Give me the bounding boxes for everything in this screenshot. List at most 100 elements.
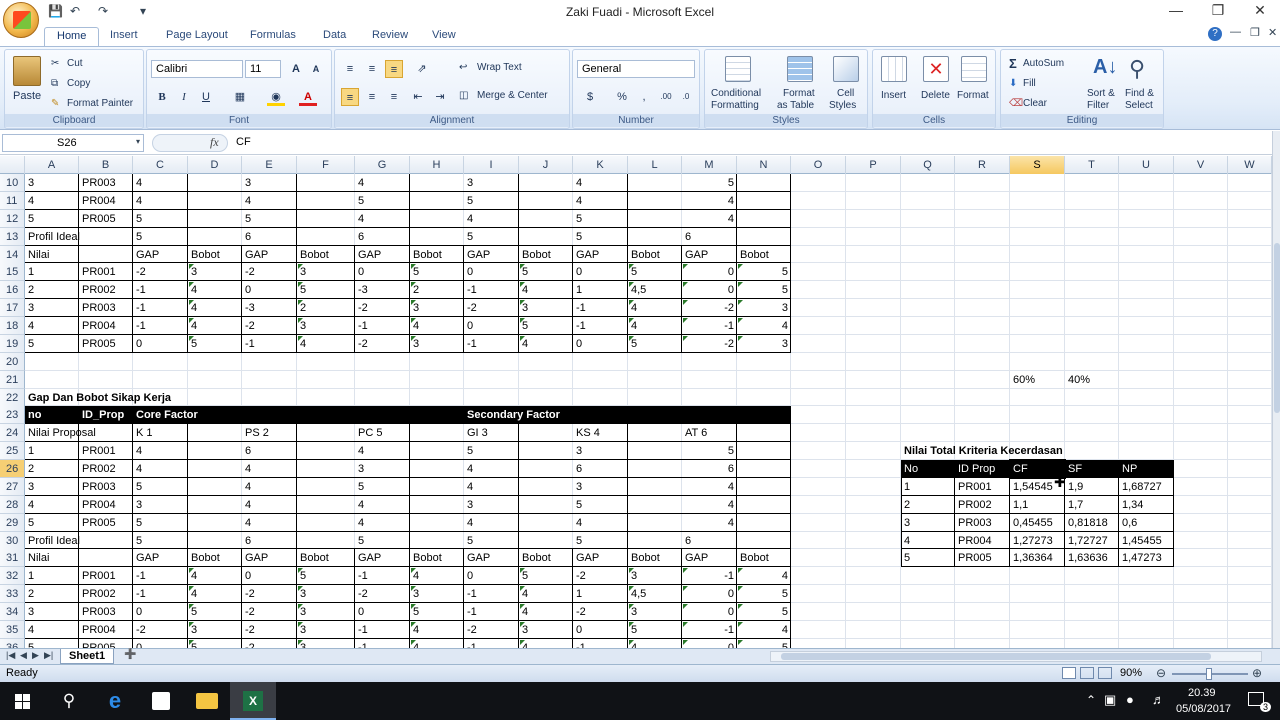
column-header-n[interactable]: N (737, 156, 791, 174)
store-icon[interactable] (138, 682, 184, 720)
column-header-w[interactable]: W (1228, 156, 1272, 174)
side-cell[interactable]: PR001 (956, 478, 1009, 496)
row-id-cell[interactable]: PR004 (80, 496, 132, 514)
align-center-icon[interactable]: ≡ (363, 88, 381, 106)
row-header-35[interactable]: 35 (0, 621, 25, 639)
bobot-cell[interactable]: 3 (520, 621, 572, 639)
gap-cell[interactable]: 0 (574, 263, 627, 281)
orientation-icon[interactable]: ⇗ (413, 60, 431, 78)
gap-cell[interactable]: -3 (243, 299, 296, 317)
gap-cell[interactable]: 0 (683, 585, 736, 603)
maximize-icon[interactable]: ❐ (1198, 2, 1238, 22)
column-header-j[interactable]: J (519, 156, 573, 174)
format-as-table-icon[interactable] (787, 56, 813, 82)
gap-header[interactable]: GAP (134, 246, 187, 264)
row-id-cell[interactable]: PR003 (80, 174, 132, 192)
gap-cell[interactable]: -1 (134, 299, 187, 317)
bobot-cell[interactable]: 4 (629, 317, 681, 335)
nilai-label[interactable]: Nilai (26, 549, 78, 567)
side-cell[interactable]: 4 (902, 532, 954, 550)
paste-icon[interactable] (13, 56, 41, 86)
row-id-cell[interactable]: PR001 (80, 263, 132, 281)
tab-data[interactable]: Data (323, 27, 346, 46)
bobot-header[interactable]: Bobot (738, 246, 790, 264)
gap-cell[interactable]: 1 (574, 585, 627, 603)
side-cell[interactable]: 1 (902, 478, 954, 496)
gap-cell[interactable]: 0 (574, 621, 627, 639)
row-header-23[interactable]: 23 (0, 406, 25, 425)
percent-icon[interactable]: % (613, 88, 631, 106)
tab-insert[interactable]: Insert (110, 27, 138, 46)
bobot-cell[interactable]: 5 (298, 567, 354, 585)
column-header-l[interactable]: L (628, 156, 682, 174)
value-cell[interactable]: 3 (356, 460, 464, 478)
gap-cell[interactable]: -2 (574, 603, 627, 621)
first-sheet-icon[interactable]: |◀ (6, 650, 15, 661)
nilai-label[interactable]: Nilai (26, 246, 78, 264)
bobot-header[interactable]: Bobot (411, 246, 463, 264)
bobot-cell[interactable]: 3 (298, 621, 354, 639)
column-header-c[interactable]: C (133, 156, 188, 174)
bobot-header[interactable]: Bobot (411, 549, 463, 567)
bobot-cell[interactable]: 5 (738, 281, 790, 299)
row-header-25[interactable]: 25 (0, 442, 25, 461)
gap-cell[interactable]: -2 (243, 603, 296, 621)
row-no-cell[interactable]: 5 (26, 514, 78, 532)
side-cell[interactable]: 1,9 (1066, 478, 1118, 496)
gap-cell[interactable]: -1 (243, 335, 296, 353)
fill-button[interactable]: Fill (1023, 78, 1036, 89)
column-header-h[interactable]: H (410, 156, 464, 174)
bobot-header[interactable]: Bobot (298, 246, 354, 264)
value-cell[interactable]: 6 (574, 460, 682, 478)
gap-cell[interactable]: -1 (356, 621, 409, 639)
criteria-header[interactable]: K 1 (134, 424, 187, 442)
gap-cell[interactable]: 0 (243, 281, 296, 299)
zoom-slider-thumb[interactable] (1206, 668, 1212, 680)
gap-header[interactable]: GAP (465, 549, 518, 567)
value-cell[interactable]: 4 (683, 478, 736, 496)
gap-cell[interactable]: -2 (574, 567, 627, 585)
bobot-cell[interactable]: 5 (738, 603, 790, 621)
underline-button[interactable]: U (197, 88, 215, 106)
paste-button[interactable]: Paste (13, 90, 41, 102)
bobot-cell[interactable]: 5 (520, 567, 572, 585)
bobot-cell[interactable]: 4 (520, 603, 572, 621)
shrink-font-icon[interactable]: A (307, 60, 325, 78)
value-cell[interactable]: 5 (134, 514, 242, 532)
value-cell[interactable]: 5 (134, 478, 242, 496)
criteria-header[interactable]: PS 2 (243, 424, 296, 442)
bobot-cell[interactable]: 5 (411, 263, 463, 281)
insert-cells-button[interactable]: Insert (881, 90, 906, 101)
close-icon[interactable]: ✕ (1240, 2, 1280, 22)
row-id-cell[interactable]: PR004 (80, 317, 132, 335)
gap-cell[interactable]: -2 (356, 299, 409, 317)
gap-header[interactable]: GAP (574, 549, 627, 567)
ribbon-close-icon[interactable]: ✕ (1268, 26, 1277, 39)
gap-header[interactable]: GAP (683, 246, 736, 264)
gap-cell[interactable]: -1 (134, 281, 187, 299)
side-cell[interactable]: 1,34 (1120, 496, 1173, 514)
gap-cell[interactable]: -1 (356, 567, 409, 585)
row-header-34[interactable]: 34 (0, 603, 25, 622)
normal-view-icon[interactable] (1062, 667, 1076, 679)
bobot-cell[interactable]: 3 (629, 603, 681, 621)
zoom-level[interactable]: 90% (1120, 667, 1142, 679)
row-header-24[interactable]: 24 (0, 424, 25, 443)
value-cell[interactable]: 5 (574, 496, 682, 514)
format-as-table-button[interactable]: Format (783, 88, 815, 99)
row-header-27[interactable]: 27 (0, 477, 25, 496)
bobot-cell[interactable]: 3 (298, 603, 354, 621)
side-cell[interactable]: 1,36364 (1011, 549, 1064, 567)
bobot-cell[interactable]: 3 (298, 263, 354, 281)
decrease-decimal-icon[interactable]: .0 (677, 88, 695, 106)
gap-cell[interactable]: -2 (243, 621, 296, 639)
column-header-u[interactable]: U (1119, 156, 1174, 174)
row-header-18[interactable]: 18 (0, 317, 25, 336)
value-cell[interactable]: 3 (243, 174, 351, 192)
gap-cell[interactable]: -1 (356, 317, 409, 335)
gap-cell[interactable]: -1 (134, 585, 187, 603)
criteria-header[interactable]: KS 4 (574, 424, 627, 442)
bobot-cell[interactable]: 4 (520, 281, 572, 299)
volume-icon[interactable]: ♬ (1152, 692, 1165, 707)
gap-cell[interactable]: 0 (574, 335, 627, 353)
